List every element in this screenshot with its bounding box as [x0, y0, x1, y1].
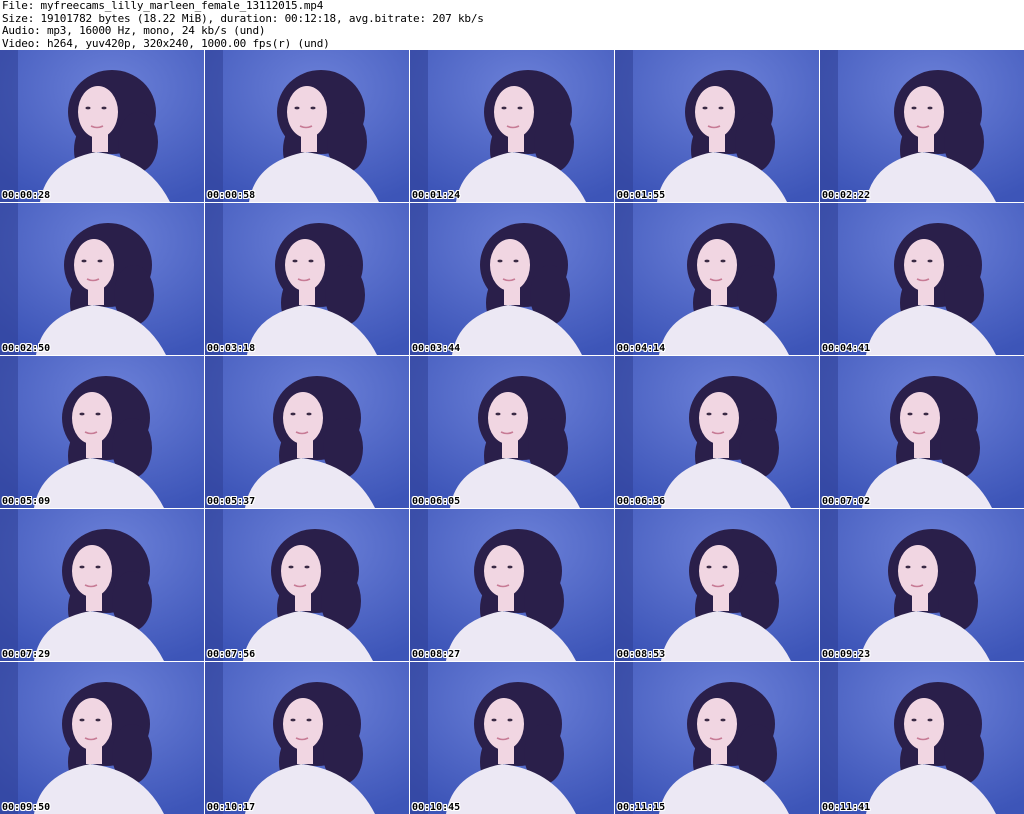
thumbnail-frame-image [410, 356, 614, 508]
video-thumbnail: 00:11:41 [820, 662, 1024, 814]
video-thumbnail: 00:07:29 [0, 509, 204, 661]
thumbnail-timestamp: 00:10:17 [207, 802, 256, 813]
thumbnail-frame-image [205, 509, 409, 661]
video-thumbnail: 00:02:50 [0, 203, 204, 355]
thumbnail-frame-image [615, 50, 819, 202]
thumbnail-frame-image [615, 662, 819, 814]
thumbnail-frame-image [0, 509, 204, 661]
thumbnail-timestamp: 00:07:02 [822, 496, 871, 507]
thumbnail-timestamp: 00:10:45 [412, 802, 461, 813]
thumbnail-frame-image [410, 509, 614, 661]
thumbnail-timestamp: 00:06:36 [617, 496, 666, 507]
thumbnail-frame-image [820, 509, 1024, 661]
video-thumbnail: 00:07:02 [820, 356, 1024, 508]
thumbnail-timestamp: 00:03:44 [412, 343, 461, 354]
thumbnail-timestamp: 00:11:41 [822, 802, 871, 813]
thumbnail-frame-image [615, 356, 819, 508]
audio-info-line: Audio: mp3, 16000 Hz, mono, 24 kb/s (und… [2, 24, 266, 37]
thumbnail-timestamp: 00:08:53 [617, 649, 666, 660]
video-thumbnail: 00:05:37 [205, 356, 409, 508]
thumbnail-timestamp: 00:04:14 [617, 343, 666, 354]
thumbnail-timestamp: 00:01:24 [412, 190, 461, 201]
thumbnail-frame-image [820, 356, 1024, 508]
video-thumbnail: 00:04:14 [615, 203, 819, 355]
thumbnail-timestamp: 00:09:50 [2, 802, 51, 813]
video-thumbnail: 00:09:50 [0, 662, 204, 814]
video-thumbnail: 00:01:24 [410, 50, 614, 202]
thumbnail-frame-image [0, 50, 204, 202]
video-thumbnail: 00:04:41 [820, 203, 1024, 355]
thumbnail-frame-image [0, 662, 204, 814]
thumbnail-timestamp: 00:02:22 [822, 190, 871, 201]
file-name-line: File: myfreecams_lilly_marleen_female_13… [2, 0, 324, 12]
video-thumbnail: 00:06:05 [410, 356, 614, 508]
video-thumbnail: 00:03:44 [410, 203, 614, 355]
thumbnail-timestamp: 00:04:41 [822, 343, 871, 354]
thumbnail-frame-image [615, 509, 819, 661]
thumbnail-frame-image [205, 50, 409, 202]
thumbnail-frame-image [410, 50, 614, 202]
video-thumbnail: 00:03:18 [205, 203, 409, 355]
video-thumbnail: 00:09:23 [820, 509, 1024, 661]
thumbnail-frame-image [0, 356, 204, 508]
thumbnail-timestamp: 00:09:23 [822, 649, 871, 660]
video-thumbnail: 00:08:27 [410, 509, 614, 661]
video-thumbnail: 00:02:22 [820, 50, 1024, 202]
thumbnail-frame-image [205, 356, 409, 508]
thumbnail-timestamp: 00:03:18 [207, 343, 256, 354]
file-info-header: File: myfreecams_lilly_marleen_female_13… [2, 0, 1022, 50]
thumbnail-frame-image [820, 662, 1024, 814]
thumbnail-timestamp: 00:08:27 [412, 649, 461, 660]
video-thumbnail: 00:01:55 [615, 50, 819, 202]
thumbnail-timestamp: 00:00:58 [207, 190, 256, 201]
thumbnail-timestamp: 00:05:37 [207, 496, 256, 507]
thumbnail-frame-image [205, 203, 409, 355]
thumbnail-timestamp: 00:11:15 [617, 802, 666, 813]
video-thumbnail: 00:07:56 [205, 509, 409, 661]
thumbnail-timestamp: 00:07:29 [2, 649, 51, 660]
thumbnail-timestamp: 00:07:56 [207, 649, 256, 660]
video-thumbnail: 00:05:09 [0, 356, 204, 508]
thumbnail-timestamp: 00:06:05 [412, 496, 461, 507]
thumbnail-frame-image [410, 662, 614, 814]
video-info-line: Video: h264, yuv420p, 320x240, 1000.00 f… [2, 36, 330, 50]
thumbnail-timestamp: 00:05:09 [2, 496, 51, 507]
thumbnail-frame-image [820, 50, 1024, 202]
thumbnail-timestamp: 00:00:28 [2, 190, 51, 201]
video-thumbnail: 00:00:58 [205, 50, 409, 202]
thumbnail-timestamp: 00:01:55 [617, 190, 666, 201]
video-thumbnail: 00:06:36 [615, 356, 819, 508]
video-thumbnail: 00:11:15 [615, 662, 819, 814]
thumbnail-frame-image [820, 203, 1024, 355]
thumbnail-frame-image [205, 662, 409, 814]
thumbnail-frame-image [615, 203, 819, 355]
thumbnail-timestamp: 00:02:50 [2, 343, 51, 354]
thumbnail-grid: 00:00:28 00:00:58 00:01:24 00:01:55 00:02:22… [0, 50, 1024, 814]
video-thumbnail: 00:10:17 [205, 662, 409, 814]
video-thumbnail: 00:10:45 [410, 662, 614, 814]
thumbnail-frame-image [0, 203, 204, 355]
thumbnail-frame-image [410, 203, 614, 355]
video-thumbnail: 00:00:28 [0, 50, 204, 202]
video-thumbnail: 00:08:53 [615, 509, 819, 661]
